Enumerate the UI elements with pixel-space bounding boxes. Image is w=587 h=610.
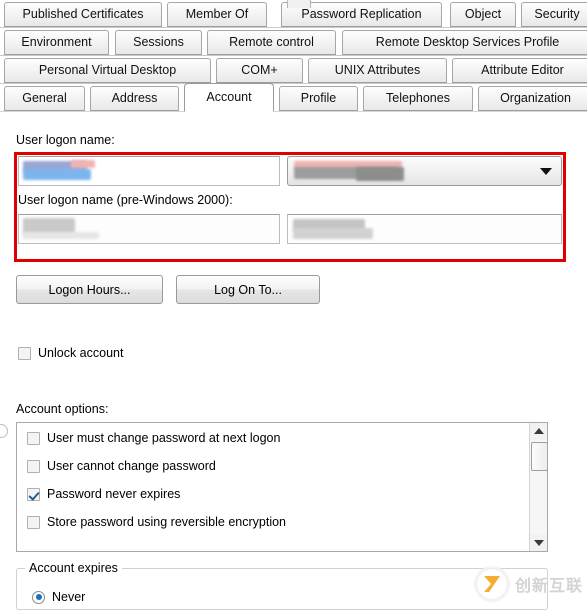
tab-remote-desktop-services-profile[interactable]: Remote Desktop Services Profile [342,30,587,55]
tab-label: Environment [21,35,92,50]
tab-label: Sessions [133,35,184,50]
tab-personal-virtual-desktop[interactable]: Personal Virtual Desktop [4,58,211,83]
account-option-label: User must change password at next logon [47,431,281,445]
tab-label: Profile [300,91,337,106]
tab-label: COM+ [241,63,278,78]
tab-strip: Published Certificates Member Of Password … [0,0,587,112]
upn-suffix-dropdown[interactable] [287,156,562,186]
triangle-down-icon [533,540,544,546]
unlock-account-checkbox[interactable] [18,346,31,360]
tab-row-2: Environment Sessions Remote control Remote … [0,30,587,57]
tab-label: Telephones [386,91,450,106]
tab-row-4: General Address Account Profile Telephones Or… [0,83,587,113]
account-expires-never-radio[interactable] [32,590,45,604]
tab-com[interactable]: COM+ [216,58,303,83]
account-expires-never-label: Never [52,590,86,604]
pre-windows-2000-label: User logon name (pre-Windows 2000): [18,193,233,207]
tab-label: Address [111,91,158,106]
tab-member-of[interactable]: Member Of [167,2,267,27]
tab-security[interactable]: Security [521,2,587,27]
account-option-row[interactable]: Password never expires [27,487,180,501]
account-option-label: Store password using reversible encrypti… [47,515,287,529]
user-properties-dialog: Published Certificates Member Of Password … [0,0,587,610]
tab-label: Object [464,7,502,22]
panel-edge-marker [0,424,8,438]
account-tab-panel: User logon name: User logon name (pre-Wi… [0,112,587,610]
account-option-checkbox[interactable] [27,459,40,473]
account-options-scrollbar[interactable] [529,423,547,551]
log-on-to-button-label: Log On To... [214,282,282,297]
tab-label: Published Certificates [22,7,144,22]
tab-unix-attributes[interactable]: UNIX Attributes [308,58,447,83]
pre-windows-2000-domain-input[interactable] [18,214,280,244]
account-option-label: Password never expires [47,487,181,501]
tab-environment[interactable]: Environment [4,30,109,55]
tab-address[interactable]: Address [90,86,179,111]
tab-overflow-nub [287,0,311,8]
tab-label: Remote Desktop Services Profile [375,35,560,50]
user-logon-name-label: User logon name: [16,133,115,147]
tab-label: Remote control [229,35,314,50]
pre-windows-2000-name-input[interactable] [287,214,562,244]
scroll-down-button[interactable] [530,534,547,551]
account-option-row[interactable]: User must change password at next logon [27,431,280,445]
tab-general[interactable]: General [4,86,85,111]
tab-label: Account [206,90,252,105]
scrollbar-thumb[interactable] [531,442,547,471]
account-expires-never-row[interactable]: Never [32,590,85,604]
tab-label: General [22,91,67,106]
account-option-checkbox[interactable] [27,431,40,445]
triangle-up-icon [533,428,544,434]
tab-account[interactable]: Account [184,83,274,112]
tab-label: UNIX Attributes [334,63,421,78]
account-options-list: User must change password at next logon U… [17,423,529,551]
user-logon-name-input[interactable] [18,156,280,186]
tab-published-certificates[interactable]: Published Certificates [4,2,162,27]
unlock-account-label: Unlock account [38,346,124,360]
tab-label: Personal Virtual Desktop [38,63,177,78]
chevron-down-icon [540,168,552,175]
tab-label: Attribute Editor [481,63,564,78]
tab-remote-control[interactable]: Remote control [207,30,336,55]
log-on-to-button[interactable]: Log On To... [176,275,320,304]
tab-profile[interactable]: Profile [279,86,358,111]
account-option-checkbox[interactable] [27,487,40,501]
account-option-label: User cannot change password [47,459,216,473]
logon-hours-button-label: Logon Hours... [48,282,131,297]
account-options-label: Account options: [16,402,109,416]
tab-label: Password Replication [301,7,422,22]
scroll-up-button[interactable] [530,423,547,440]
tab-label: Member Of [185,7,249,22]
logon-hours-button[interactable]: Logon Hours... [16,275,163,304]
tab-sessions[interactable]: Sessions [115,30,202,55]
account-option-checkbox[interactable] [27,515,40,529]
tab-telephones[interactable]: Telephones [363,86,473,111]
tab-organization[interactable]: Organization [478,86,587,111]
account-option-row[interactable]: Store password using reversible encrypti… [27,515,286,529]
account-option-row[interactable]: User cannot change password [27,459,216,473]
tab-label: Security [534,7,580,22]
tab-row-3: Personal Virtual Desktop COM+ UNIX Attribu… [0,58,587,85]
account-expires-group-label: Account expires [25,561,122,575]
tab-object[interactable]: Object [450,2,516,27]
tab-label: Organization [500,91,571,106]
unlock-account-checkbox-row[interactable]: Unlock account [18,346,123,360]
tab-attribute-editor[interactable]: Attribute Editor [452,58,587,83]
account-options-listbox[interactable]: User must change password at next logon U… [16,422,548,552]
